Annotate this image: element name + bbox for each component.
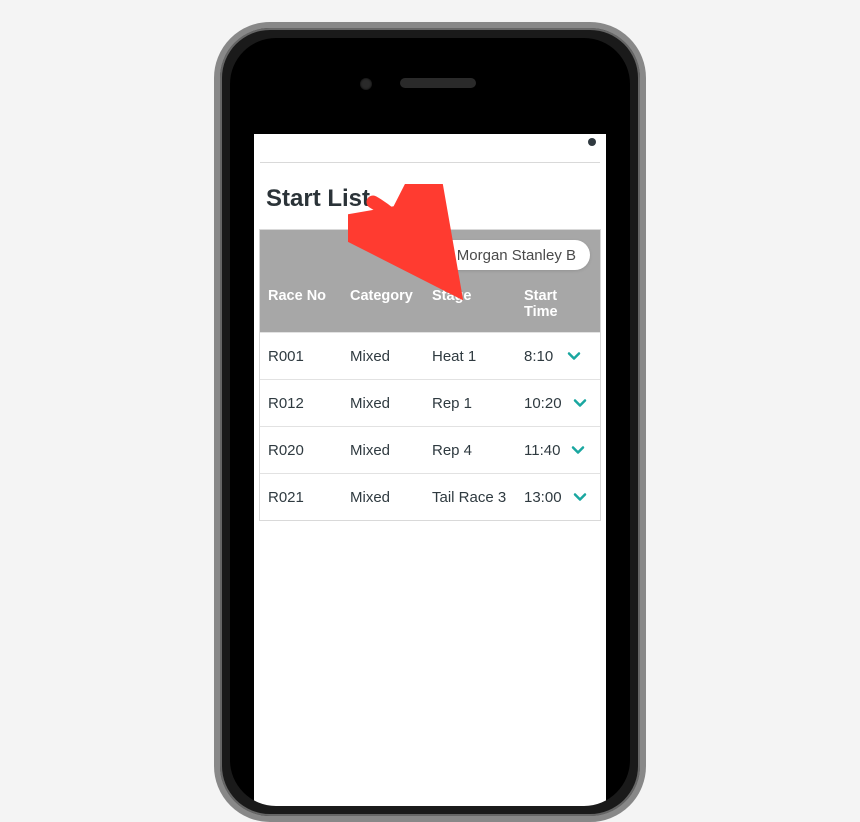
expand-chevron[interactable] [560, 440, 596, 460]
cell-category: Mixed [350, 395, 432, 412]
app-screen: Start List Morgan Stanley B [254, 134, 606, 806]
start-list-table: Morgan Stanley B Race No Category Stage … [259, 229, 601, 521]
cell-stage: Tail Race 3 [432, 489, 524, 506]
cell-race-no: R001 [268, 348, 350, 365]
table-row[interactable]: R012MixedRep 110:20 [260, 379, 600, 426]
overflow-dot-icon [588, 138, 596, 146]
chevron-down-icon [568, 440, 588, 460]
cell-race-no: R012 [268, 395, 350, 412]
chevron-down-icon [570, 393, 590, 413]
search-input[interactable]: Morgan Stanley B [423, 240, 590, 270]
cell-start-time: 10:20 [524, 395, 562, 412]
table-row[interactable]: R001MixedHeat 18:10 [260, 332, 600, 379]
phone-frame: Start List Morgan Stanley B [214, 22, 646, 822]
cell-stage: Rep 4 [432, 442, 524, 459]
cell-start-time: 8:10 [524, 348, 556, 365]
cell-race-no: R020 [268, 442, 350, 459]
cell-race-no: R021 [268, 489, 350, 506]
table-row[interactable]: R021MixedTail Race 313:00 [260, 473, 600, 520]
cell-stage: Rep 1 [432, 395, 524, 412]
cell-category: Mixed [350, 442, 432, 459]
table-header-band: Morgan Stanley B Race No Category Stage … [260, 230, 600, 332]
expand-chevron[interactable] [562, 393, 598, 413]
col-race-no: Race No [268, 288, 350, 320]
search-query: Morgan Stanley B [457, 247, 576, 264]
cell-category: Mixed [350, 489, 432, 506]
page-title: Start List [254, 185, 606, 229]
column-headers: Race No Category Stage Start Time [260, 288, 600, 332]
table-row[interactable]: R020MixedRep 411:40 [260, 426, 600, 473]
speaker-grille [400, 78, 476, 88]
chevron-down-icon [570, 487, 590, 507]
chevron-down-icon [564, 346, 584, 366]
cell-start-time: 13:00 [524, 489, 562, 506]
col-stage: Stage [432, 288, 524, 320]
phone-bezel: Start List Morgan Stanley B [230, 38, 630, 806]
search-icon [433, 246, 451, 264]
cell-start-time: 11:40 [524, 442, 560, 459]
col-start-time: Start Time [524, 288, 558, 320]
divider-line [260, 162, 600, 163]
cell-stage: Heat 1 [432, 348, 524, 365]
cell-category: Mixed [350, 348, 432, 365]
camera-dot [360, 78, 372, 90]
expand-chevron[interactable] [556, 346, 592, 366]
expand-chevron[interactable] [562, 487, 598, 507]
col-category: Category [350, 288, 432, 320]
